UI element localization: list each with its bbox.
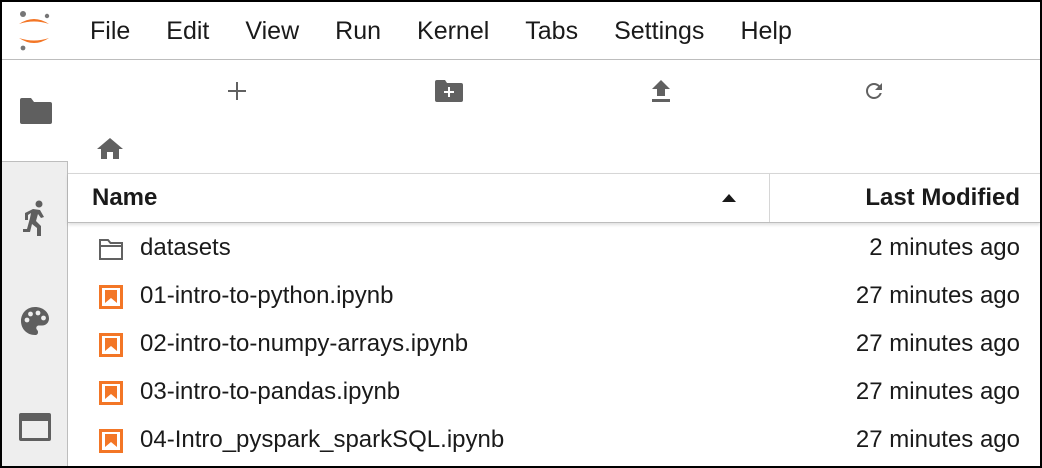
- menu-run[interactable]: Run: [317, 2, 399, 60]
- left-sidebar: [2, 60, 69, 466]
- sort-ascending-icon: [722, 194, 736, 202]
- menu-settings[interactable]: Settings: [596, 2, 722, 60]
- menu-file[interactable]: File: [72, 2, 148, 60]
- menu-edit[interactable]: Edit: [148, 2, 227, 60]
- file-row-folder[interactable]: datasets 2 minutes ago: [68, 224, 1040, 272]
- file-modified: 27 minutes ago: [855, 330, 1020, 357]
- file-row-notebook[interactable]: 03-intro-to-pandas.ipynb 27 minutes ago: [68, 368, 1040, 416]
- notebook-icon: [99, 429, 123, 453]
- file-modified: 27 minutes ago: [855, 426, 1020, 453]
- file-name: 04-Intro_pyspark_sparkSQL.ipynb: [140, 426, 505, 453]
- file-row-notebook[interactable]: 04-Intro_pyspark_sparkSQL.ipynb 27 minut…: [68, 416, 1040, 464]
- sidebar-tab-open-tabs[interactable]: [2, 376, 68, 466]
- folder-outline-icon: [99, 239, 123, 260]
- home-icon: [97, 137, 123, 159]
- notebook-icon: [99, 381, 123, 405]
- file-name: 01-intro-to-python.ipynb: [140, 282, 394, 309]
- file-modified: 27 minutes ago: [855, 378, 1020, 405]
- refresh-icon: [866, 83, 882, 99]
- file-row-notebook[interactable]: 01-intro-to-python.ipynb 27 minutes ago: [68, 272, 1040, 320]
- new-folder-icon: [435, 80, 463, 102]
- menu-kernel[interactable]: Kernel: [399, 2, 507, 60]
- upload-button[interactable]: [639, 74, 683, 108]
- file-browser-panel: Name Last Modified datasets 2 minutes ag…: [68, 60, 1040, 466]
- menu-view[interactable]: View: [227, 2, 317, 60]
- jupyter-logo-icon: [14, 10, 54, 52]
- file-modified: 27 minutes ago: [855, 282, 1020, 309]
- file-name: 02-intro-to-numpy-arrays.ipynb: [140, 330, 469, 357]
- file-name: datasets: [140, 234, 231, 261]
- sidebar-tab-commands[interactable]: [2, 270, 68, 372]
- refresh-button[interactable]: [852, 74, 896, 108]
- sidebar-tab-file-browser[interactable]: [2, 60, 69, 162]
- palette-icon: [21, 307, 49, 335]
- upload-icon: [652, 80, 670, 102]
- menu-help[interactable]: Help: [722, 2, 809, 60]
- menu-tabs[interactable]: Tabs: [507, 2, 596, 60]
- last-modified-column-header[interactable]: Last Modified: [865, 174, 1020, 222]
- notebook-icon: [99, 333, 123, 357]
- sidebar-tab-running[interactable]: [2, 168, 68, 270]
- name-column-label: Name: [92, 184, 158, 211]
- tabs-icon: [19, 413, 51, 441]
- file-modified: 2 minutes ago: [869, 234, 1020, 261]
- file-name: 03-intro-to-pandas.ipynb: [140, 378, 401, 405]
- running-icon: [23, 200, 44, 236]
- new-folder-button[interactable]: [427, 74, 471, 108]
- name-column-header[interactable]: Name: [68, 174, 770, 222]
- notebook-icon: [99, 285, 123, 309]
- file-list-header: Name Last Modified: [68, 173, 1040, 223]
- breadcrumb: [96, 136, 124, 164]
- file-list: datasets 2 minutes ago 01-intro-to-pytho…: [68, 224, 1040, 464]
- menu-items: File Edit View Run Kernel Tabs Settings …: [72, 2, 810, 60]
- new-launcher-icon: [228, 82, 246, 100]
- folder-icon: [19, 97, 52, 124]
- jupyterlab-window: File Edit View Run Kernel Tabs Settings …: [0, 0, 1042, 468]
- menu-bar: File Edit View Run Kernel Tabs Settings …: [2, 2, 1040, 60]
- new-launcher-button[interactable]: [215, 74, 259, 108]
- file-row-notebook[interactable]: 02-intro-to-numpy-arrays.ipynb 27 minute…: [68, 320, 1040, 368]
- file-browser-toolbar: [68, 60, 1040, 120]
- home-breadcrumb[interactable]: [96, 136, 124, 165]
